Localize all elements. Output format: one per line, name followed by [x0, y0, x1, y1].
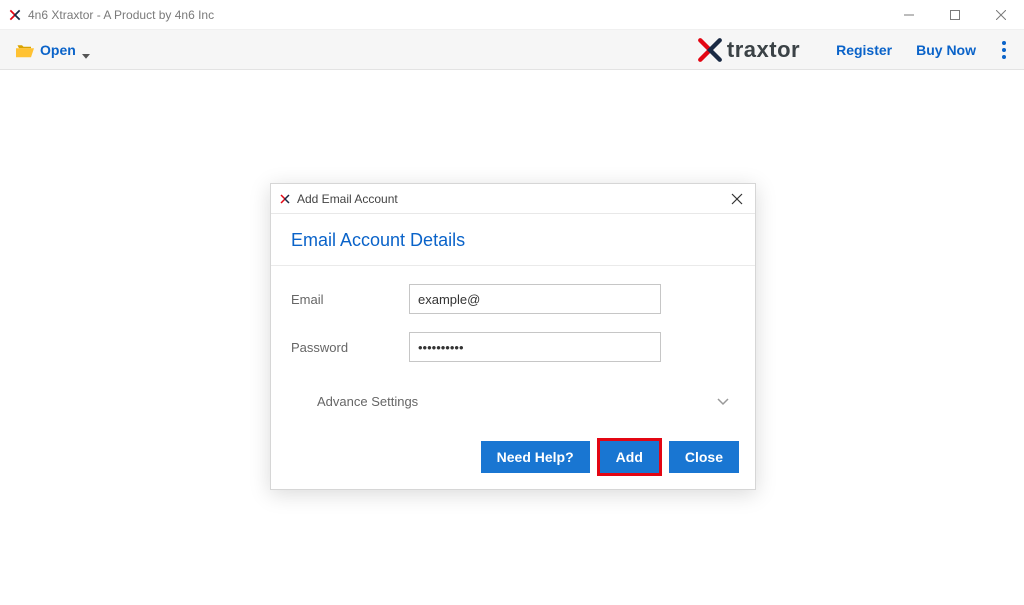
advance-settings-toggle[interactable]: Advance Settings: [291, 380, 735, 423]
dialog-title: Add Email Account: [297, 192, 727, 206]
password-field[interactable]: [409, 332, 661, 362]
folder-open-icon: [16, 43, 34, 57]
minimize-button[interactable]: [886, 0, 932, 30]
brand-logo: traxtor: [697, 37, 800, 63]
add-email-account-dialog: Add Email Account Email Account Details …: [270, 183, 756, 490]
maximize-button[interactable]: [932, 0, 978, 30]
password-row: Password: [291, 332, 735, 362]
dialog-form: Email Password Advance Settings: [271, 266, 755, 431]
app-icon: [8, 8, 22, 22]
open-label: Open: [40, 42, 76, 58]
chevron-down-icon: [82, 46, 90, 54]
email-label: Email: [291, 292, 409, 307]
need-help-button[interactable]: Need Help?: [481, 441, 590, 473]
email-field[interactable]: [409, 284, 661, 314]
buynow-link[interactable]: Buy Now: [916, 42, 976, 58]
window-titlebar: 4n6 Xtraxtor - A Product by 4n6 Inc: [0, 0, 1024, 30]
email-row: Email: [291, 284, 735, 314]
kebab-menu-button[interactable]: [994, 41, 1014, 59]
dialog-titlebar: Add Email Account: [271, 184, 755, 214]
chevron-down-icon: [717, 394, 729, 409]
main-toolbar: Open traxtor Register Buy Now: [0, 30, 1024, 70]
dialog-header: Email Account Details: [271, 214, 755, 266]
dialog-close-button[interactable]: [727, 189, 747, 209]
dialog-header-text: Email Account Details: [291, 230, 735, 251]
app-icon: [279, 193, 291, 205]
dialog-footer: Need Help? Add Close: [271, 431, 755, 489]
window-controls: [886, 0, 1024, 29]
xtraxtor-icon: [697, 37, 723, 63]
brand-text: traxtor: [727, 37, 800, 63]
advance-settings-label: Advance Settings: [317, 394, 418, 409]
open-button[interactable]: Open: [10, 38, 96, 62]
close-button[interactable]: Close: [669, 441, 739, 473]
close-window-button[interactable]: [978, 0, 1024, 30]
add-button[interactable]: Add: [600, 441, 659, 473]
register-link[interactable]: Register: [836, 42, 892, 58]
window-title: 4n6 Xtraxtor - A Product by 4n6 Inc: [28, 8, 886, 22]
password-label: Password: [291, 340, 409, 355]
